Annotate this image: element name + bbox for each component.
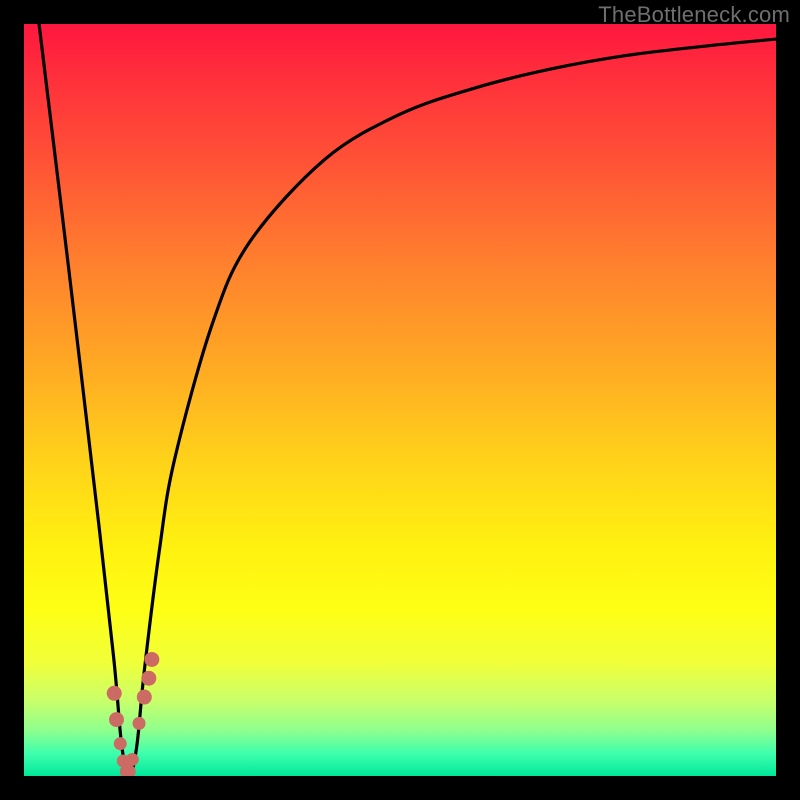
marker-dot [107,686,122,701]
marker-dot [109,712,124,727]
marker-dot [144,652,159,667]
marker-dot [133,717,146,730]
marker-dot [137,690,152,705]
marker-dot [114,737,127,750]
plot-area [24,24,776,776]
marker-dot [141,671,156,686]
watermark-text: TheBottleneck.com [598,2,790,28]
chart-svg [24,24,776,776]
chart-frame: TheBottleneck.com [0,0,800,800]
marker-dot [126,753,139,766]
